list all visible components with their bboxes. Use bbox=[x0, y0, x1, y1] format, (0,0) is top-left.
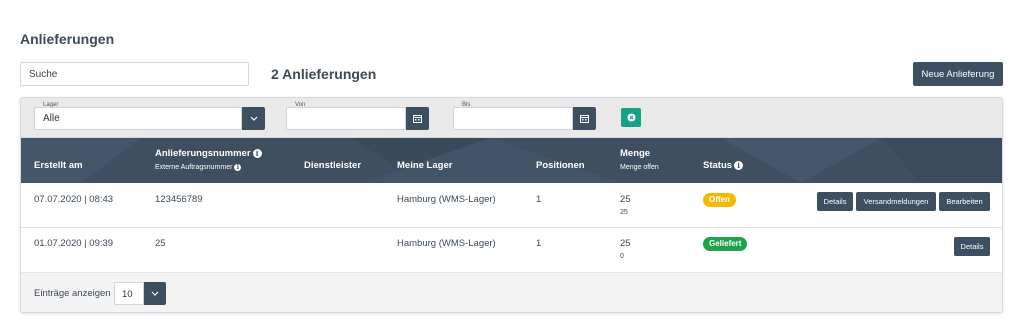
calendar-icon[interactable] bbox=[573, 107, 596, 130]
filter-lager-value: Alle bbox=[43, 113, 60, 124]
cell-menge-offen: 25 bbox=[620, 209, 628, 216]
info-icon[interactable]: i bbox=[234, 164, 242, 171]
new-delivery-button[interactable]: Neue Anlieferung bbox=[913, 62, 1003, 86]
header-pattern bbox=[21, 138, 1002, 183]
header-lager[interactable]: Meine Lager bbox=[397, 160, 452, 171]
header-menge[interactable]: Menge bbox=[620, 148, 650, 159]
details-button[interactable]: Details bbox=[954, 237, 990, 256]
cell-menge: 25 bbox=[620, 238, 631, 249]
status-badge: Geliefert bbox=[703, 237, 748, 251]
header-dienstleister[interactable]: Dienstleister bbox=[304, 160, 361, 171]
header-menge-offen: Menge offen bbox=[620, 164, 659, 171]
details-button[interactable]: Details bbox=[817, 192, 853, 211]
header-externe-label: Externe Auftragsnummer bbox=[155, 164, 233, 171]
bearbeiten-button[interactable]: Bearbeiten bbox=[939, 192, 990, 211]
header-externe: Externe Auftragsnummer i bbox=[155, 164, 242, 171]
cell-erstellt: 07.07.2020 | 08:43 bbox=[34, 194, 114, 205]
header-erstellt[interactable]: Erstellt am bbox=[34, 160, 83, 171]
table-footer: Einträge anzeigen 10 bbox=[21, 273, 1002, 312]
header-anlieferungsnummer-label: Anlieferungsnummer bbox=[155, 148, 251, 159]
cell-positionen: 1 bbox=[536, 194, 542, 205]
delivery-count: 2 Anlieferungen bbox=[271, 66, 377, 82]
header-anlieferungsnummer[interactable]: Anlieferungsnummer i bbox=[155, 148, 262, 159]
table-row: 07.07.2020 | 08:43 123456789 Hamburg (WM… bbox=[21, 183, 1002, 228]
filter-von-input[interactable] bbox=[286, 107, 406, 130]
search-input[interactable] bbox=[20, 62, 249, 86]
cell-erstellt: 01.07.2020 | 09:39 bbox=[34, 238, 114, 249]
table-row: 01.07.2020 | 09:39 25 Hamburg (WMS-Lager… bbox=[21, 228, 1002, 273]
filter-bis-input[interactable] bbox=[453, 107, 573, 130]
info-icon[interactable]: i bbox=[252, 149, 262, 158]
versandmeldungen-button[interactable]: Versandmeldungen bbox=[856, 192, 936, 211]
status-badge: Offen bbox=[703, 193, 736, 207]
page-size-select[interactable]: 10 bbox=[114, 282, 144, 305]
header-status-label: Status bbox=[703, 160, 733, 171]
cell-positionen: 1 bbox=[536, 238, 542, 249]
filter-lager-select[interactable]: Alle bbox=[34, 107, 242, 130]
page-size-label: Einträge anzeigen bbox=[34, 288, 111, 299]
cell-nummer: 25 bbox=[155, 238, 166, 249]
chevron-down-icon[interactable] bbox=[144, 282, 166, 305]
cell-nummer: 123456789 bbox=[155, 194, 203, 205]
cell-menge: 25 bbox=[620, 194, 631, 205]
calendar-icon[interactable] bbox=[406, 107, 429, 130]
page-title: Anlieferungen bbox=[20, 31, 115, 47]
clear-filter-button[interactable] bbox=[621, 108, 641, 127]
cell-lager: Hamburg (WMS-Lager) bbox=[397, 238, 496, 249]
header-status[interactable]: Status i bbox=[703, 160, 744, 171]
close-circle-icon bbox=[627, 113, 635, 122]
filter-bar: Lager Alle Von Bis bbox=[21, 98, 1002, 138]
cell-lager: Hamburg (WMS-Lager) bbox=[397, 194, 496, 205]
cell-menge-offen: 0 bbox=[620, 253, 624, 260]
table-header: Erstellt am Anlieferungsnummer i Externe … bbox=[21, 138, 1002, 183]
chevron-down-icon[interactable] bbox=[242, 107, 265, 130]
header-positionen[interactable]: Positionen bbox=[536, 160, 585, 171]
page-size-value: 10 bbox=[122, 289, 133, 300]
deliveries-card: Lager Alle Von Bis Erstellt am Anlieferu… bbox=[20, 97, 1003, 313]
info-icon[interactable]: i bbox=[734, 161, 744, 170]
